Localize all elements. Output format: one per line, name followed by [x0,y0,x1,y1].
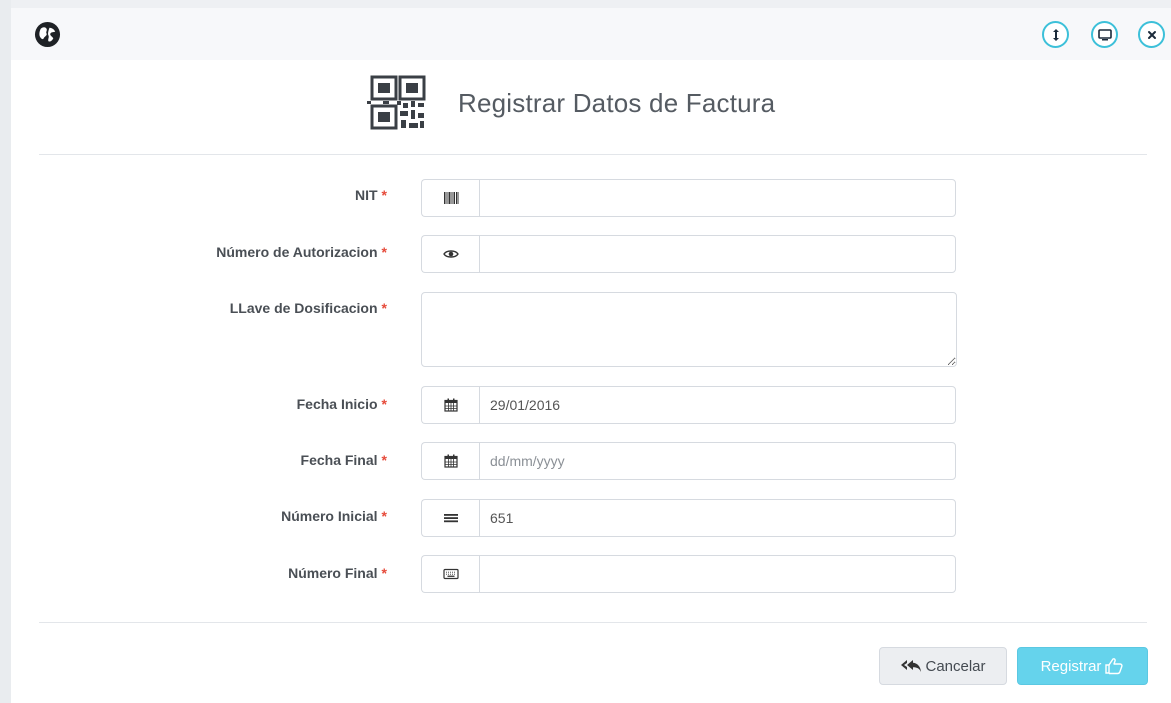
monitor-button[interactable] [1091,21,1118,48]
autorizacion-label-text: Número de Autorizacion [216,244,378,260]
resize-button[interactable] [1042,21,1069,48]
globe-icon [34,21,61,48]
nit-addon [421,179,479,217]
fecha-final-field[interactable] [479,442,956,480]
required-mark: * [381,187,387,203]
list-icon [443,514,458,523]
eye-icon [442,250,459,258]
fecha-final-label: Fecha Final * [301,452,387,468]
llave-textarea[interactable] [421,292,957,367]
close-button[interactable] [1138,21,1165,48]
title-bar [11,8,1171,60]
required-mark: * [381,244,387,260]
required-mark: * [381,508,387,524]
autorizacion-input-group [421,235,956,273]
llave-label-text: LLave de Dosificacion [229,300,378,316]
footer-divider [39,622,1147,623]
calendar-icon [443,398,458,412]
required-mark: * [381,396,387,412]
dialog-window: Registrar Datos de Factura NIT * Número d… [0,0,1171,703]
numero-final-input-group [421,555,956,593]
close-icon [1147,30,1156,39]
llave-label: LLave de Dosificacion * [230,300,387,316]
nit-field[interactable] [479,179,956,217]
required-mark: * [381,565,387,581]
autorizacion-field[interactable] [479,235,956,273]
calendar-icon [443,454,458,468]
fecha-inicio-field[interactable] [479,386,956,424]
numero-inicial-input-group [421,499,956,537]
cancel-label: Cancelar [925,657,986,675]
thumbs-up-icon [1105,658,1124,675]
qr-code-icon [367,75,426,130]
page-title: Registrar Datos de Factura [458,87,776,118]
numero-final-field[interactable] [479,555,956,593]
register-label: Registrar [1040,657,1102,675]
resize-vertical-icon [1052,28,1059,41]
autorizacion-addon [421,235,479,273]
required-mark: * [381,452,387,468]
numero-final-label: Número Final * [288,565,387,581]
reply-all-icon [901,660,922,672]
fecha-inicio-label: Fecha Inicio * [297,396,387,412]
barcode-icon [443,192,458,204]
fecha-final-addon [421,442,479,480]
nit-label: NIT * [355,187,387,203]
fecha-inicio-label-text: Fecha Inicio [296,396,378,412]
fecha-final-input-group [421,442,956,480]
form-heading: Registrar Datos de Factura [363,73,775,133]
numero-inicial-label: Número Inicial * [281,508,387,524]
cancel-button[interactable]: Cancelar [879,647,1007,685]
required-mark: * [381,300,387,316]
header-divider [39,154,1147,155]
numero-final-addon [421,555,479,593]
numero-inicial-addon [421,499,479,537]
numero-inicial-label-text: Número Inicial [281,508,378,524]
keyboard-icon [442,568,459,580]
window-top-edge [0,0,1171,8]
autorizacion-label: Número de Autorizacion * [216,244,387,260]
nit-label-text: NIT [354,187,378,203]
monitor-icon [1097,28,1112,40]
nit-input-group [421,179,956,217]
fecha-inicio-input-group [421,386,956,424]
numero-inicial-field[interactable] [479,499,956,537]
window-left-edge [0,0,11,703]
numero-final-label-text: Número Final [288,565,378,581]
fecha-inicio-addon [421,386,479,424]
fecha-final-label-text: Fecha Final [300,452,378,468]
register-button[interactable]: Registrar [1017,647,1148,685]
